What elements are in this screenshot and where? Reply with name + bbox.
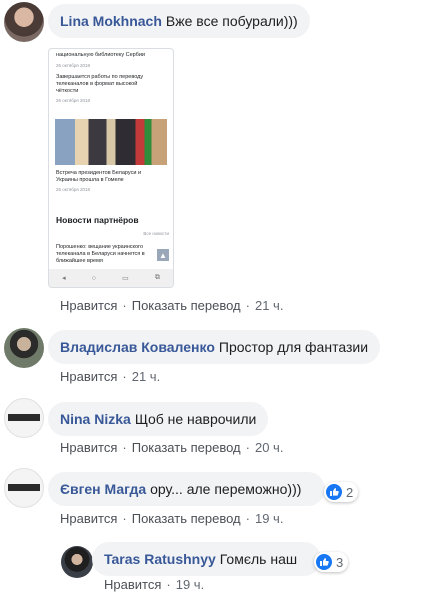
like-link[interactable]: Нравится [60, 369, 117, 384]
translate-link[interactable]: Показать перевод [132, 511, 241, 526]
like-link[interactable]: Нравится [60, 511, 117, 526]
translate-link[interactable]: Показать перевод [132, 440, 241, 455]
comment-author[interactable]: Євген Магда [60, 481, 146, 497]
comment-bubble: Taras Ratushnyy Гомєль наш [92, 542, 322, 576]
reaction-count[interactable]: 3 [314, 552, 349, 572]
timestamp[interactable]: 19 ч. [176, 577, 204, 592]
like-icon [326, 484, 342, 500]
timestamp[interactable]: 21 ч. [255, 298, 283, 313]
scroll-up-icon: ▲ [157, 249, 169, 261]
comment-text: Простор для фантазии [218, 339, 369, 355]
back-icon: ◂ [62, 275, 66, 282]
comment-bubble: Владислав Коваленко Простор для фантазии [48, 330, 381, 364]
comment-bubble: Lina Mokhnach Вже все побурали))) [48, 4, 310, 38]
recent-apps-icon: ▭ [122, 275, 129, 282]
avatar-badge [8, 414, 40, 421]
comment-bubble: Євген Магда ору... але переможно))) [48, 472, 326, 506]
comment-actions: Нравится · Показать перевод · 19 ч. [60, 511, 284, 526]
comment-actions: Нравится · Показать перевод · 20 ч. [60, 440, 284, 455]
timestamp[interactable]: 19 ч. [255, 511, 283, 526]
avatar[interactable] [4, 398, 44, 438]
article-title: Встреча президентов Беларуси и [56, 170, 142, 176]
comment-author[interactable]: Nina Nizka [60, 411, 131, 427]
comment-actions: Нравится · Показать перевод · 21 ч. [60, 298, 284, 313]
all-news-link: Все новости [143, 231, 169, 236]
article-title: Порошенко: вещание украинского [56, 244, 144, 250]
attachment-screenshot[interactable]: национальную библиотеку Сербии 26 октябр… [48, 48, 174, 288]
comment-text: ору... але переможно))) [150, 481, 302, 497]
home-icon: ○ [91, 274, 96, 282]
article-photo [55, 119, 167, 165]
like-icon [316, 554, 332, 570]
timestamp[interactable]: 20 ч. [255, 440, 283, 455]
avatar[interactable] [4, 2, 44, 42]
like-link[interactable]: Нравится [60, 298, 117, 313]
reaction-number: 3 [336, 554, 344, 570]
article-title: Украины прошла в Гомеле [56, 177, 124, 183]
article-date: 26 октября 2018 [56, 187, 91, 192]
like-link[interactable]: Нравится [104, 577, 161, 592]
comment-actions: Нравится · 19 ч. [104, 577, 205, 592]
article-text: национальную библиотеку Сербии [56, 52, 145, 58]
comment-bubble: Nina Nizka Щоб не наврочили [48, 402, 269, 436]
avatar[interactable] [61, 546, 93, 578]
article-title: телеканала в Беларуси начнется в [56, 251, 145, 257]
comment-author[interactable]: Lina Mokhnach [60, 13, 162, 29]
article-title: чёткости [56, 88, 79, 94]
article-date: 26 октября 2018 [56, 63, 91, 68]
partners-heading: Новости партнёров [56, 215, 139, 225]
article-title: телеканалов в формат высокой [56, 81, 138, 87]
like-link[interactable]: Нравится [60, 440, 117, 455]
comment-text: Гомєль наш [219, 551, 298, 567]
article-title: ближайшее время [56, 258, 103, 264]
comment-author[interactable]: Владислав Коваленко [60, 339, 215, 355]
comment-actions: Нравится · 21 ч. [60, 369, 161, 384]
comment-text: Вже все побурали))) [165, 13, 298, 29]
article-title: Завершается работы по переводу [56, 74, 144, 80]
reaction-count[interactable]: 2 [324, 482, 359, 502]
article-date: 26 октября 2018 [56, 98, 91, 103]
comment-author[interactable]: Taras Ratushnyy [104, 551, 216, 567]
screenshot-icon: ⧉ [154, 274, 160, 281]
phone-navbar: ◂ ○ ▭ ⧉ [49, 269, 173, 287]
translate-link[interactable]: Показать перевод [132, 298, 241, 313]
reaction-number: 2 [346, 484, 354, 500]
avatar[interactable] [4, 328, 44, 368]
timestamp[interactable]: 21 ч. [132, 369, 160, 384]
avatar[interactable] [4, 468, 44, 508]
avatar-badge [8, 484, 40, 491]
comment-text: Щоб не наврочили [134, 411, 257, 427]
